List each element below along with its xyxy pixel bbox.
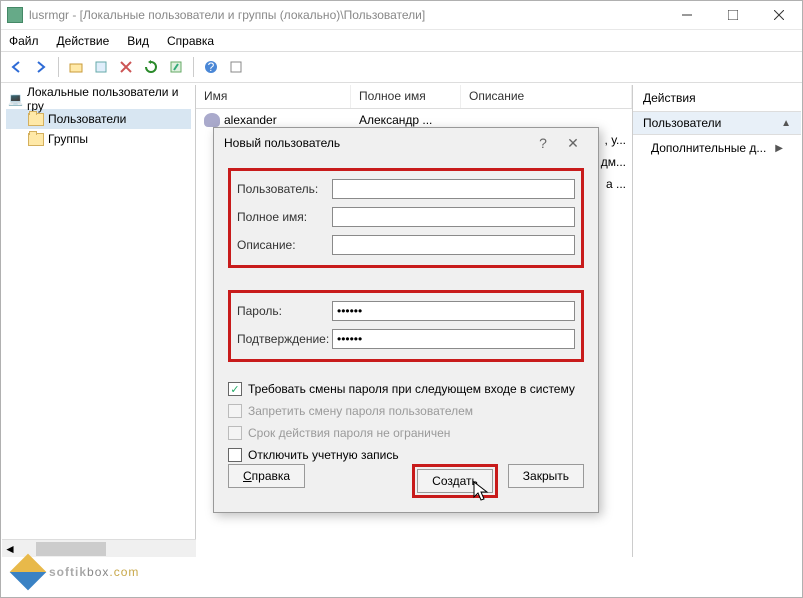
collapse-icon: ▲ xyxy=(781,118,791,129)
maximize-button[interactable] xyxy=(710,1,756,29)
help-icon[interactable]: ? xyxy=(200,56,222,78)
refresh-icon[interactable] xyxy=(140,56,162,78)
col-fullname[interactable]: Полное имя xyxy=(351,85,461,108)
tree-pane: 💻 Локальные пользователи и гру Пользоват… xyxy=(2,85,196,557)
watermark-c: .com xyxy=(109,565,139,579)
row-peek: дм... xyxy=(601,155,626,169)
toolbar: ? xyxy=(1,51,802,83)
label-user: Пользователь: xyxy=(237,182,332,196)
close-button[interactable]: Закрыть xyxy=(508,464,584,488)
tree-root[interactable]: 💻 Локальные пользователи и гру xyxy=(6,89,191,109)
highlight-password-group: Пароль: Подтверждение: xyxy=(228,290,584,362)
svg-text:?: ? xyxy=(208,60,215,74)
checkbox-icon xyxy=(228,404,242,418)
dialog-close-button[interactable]: ✕ xyxy=(558,135,588,152)
delete-icon[interactable] xyxy=(115,56,137,78)
checkbox-label: Отключить учетную запись xyxy=(248,448,399,462)
label-password: Пароль: xyxy=(237,304,332,318)
user-field[interactable] xyxy=(332,179,575,199)
cell-name: alexander xyxy=(224,113,277,127)
actions-more[interactable]: Дополнительные д... ▶ xyxy=(633,135,801,161)
label-fullname: Полное имя: xyxy=(237,210,332,224)
row-peek: , у... xyxy=(605,133,626,147)
dialog-title: Новый пользователь xyxy=(224,136,340,150)
window-titlebar: lusrmgr - [Локальные пользователи и груп… xyxy=(1,1,802,29)
highlight-identity-group: Пользователь: Полное имя: Описание: xyxy=(228,168,584,268)
actions-band-label: Пользователи xyxy=(643,116,721,130)
menu-action[interactable]: Действие xyxy=(57,34,110,48)
password-field[interactable] xyxy=(332,301,575,321)
checkbox-nochange: Запретить смену пароля пользователем xyxy=(228,400,584,422)
app-icon xyxy=(7,7,23,23)
chevron-right-icon: ▶ xyxy=(775,143,783,154)
col-name[interactable]: Имя xyxy=(196,85,351,108)
checkbox-label: Требовать смены пароля при следующем вхо… xyxy=(248,382,575,396)
row-peek: а ... xyxy=(606,177,626,191)
user-icon xyxy=(204,113,220,127)
checkbox-mustchange[interactable]: ✓ Требовать смены пароля при следующем в… xyxy=(228,378,584,400)
checkbox-icon: ✓ xyxy=(228,382,242,396)
back-icon[interactable] xyxy=(5,56,27,78)
actions-pane: Действия Пользователи ▲ Дополнительные д… xyxy=(633,85,801,557)
new-user-dialog: Новый пользователь ? ✕ Пользователь: Пол… xyxy=(213,127,599,513)
cell-desc xyxy=(461,118,632,122)
actions-more-label: Дополнительные д... xyxy=(651,141,766,155)
menu-file[interactable]: Файл xyxy=(9,34,39,48)
create-button[interactable]: Создать xyxy=(417,469,493,493)
minimize-button[interactable] xyxy=(664,1,710,29)
help-button[interactable]: Справка xyxy=(228,464,305,488)
actions-header: Действия xyxy=(633,85,801,112)
watermark-logo xyxy=(10,554,47,591)
desc-field[interactable] xyxy=(332,235,575,255)
window-title: lusrmgr - [Локальные пользователи и груп… xyxy=(29,8,425,22)
confirm-field[interactable] xyxy=(332,329,575,349)
scrollbar-thumb[interactable] xyxy=(36,542,106,556)
checkbox-noexpire: Срок действия пароля не ограничен xyxy=(228,422,584,444)
dialog-help-button[interactable]: ? xyxy=(528,135,558,151)
menu-view[interactable]: Вид xyxy=(127,34,149,48)
export-icon[interactable] xyxy=(165,56,187,78)
tree-root-label: Локальные пользователи и гру xyxy=(27,85,191,113)
menubar: Файл Действие Вид Справка xyxy=(1,29,802,51)
watermark-b: box xyxy=(87,565,109,579)
tree-users-label: Пользователи xyxy=(48,112,126,126)
checkbox-label: Срок действия пароля не ограничен xyxy=(248,426,450,440)
checkbox-disable-account[interactable]: Отключить учетную запись xyxy=(228,444,584,466)
folder-icon xyxy=(28,133,44,146)
computer-icon: 💻 xyxy=(8,92,23,106)
folder-icon xyxy=(28,113,44,126)
info-icon[interactable] xyxy=(225,56,247,78)
label-confirm: Подтверждение: xyxy=(237,332,332,346)
checkbox-label: Запретить смену пароля пользователем xyxy=(248,404,473,418)
menu-help[interactable]: Справка xyxy=(167,34,214,48)
col-desc[interactable]: Описание xyxy=(461,85,632,108)
tree-groups[interactable]: Группы xyxy=(6,129,191,149)
checkbox-icon xyxy=(228,426,242,440)
properties-icon[interactable] xyxy=(90,56,112,78)
fullname-field[interactable] xyxy=(332,207,575,227)
forward-icon[interactable] xyxy=(30,56,52,78)
watermark-a: softik xyxy=(49,565,87,579)
new-folder-icon[interactable] xyxy=(65,56,87,78)
close-button[interactable] xyxy=(756,1,802,29)
column-headers: Имя Полное имя Описание xyxy=(196,85,632,109)
actions-band[interactable]: Пользователи ▲ xyxy=(633,112,801,135)
highlight-create: Создать xyxy=(412,464,498,498)
dialog-titlebar: Новый пользователь ? ✕ xyxy=(214,128,598,158)
tree-groups-label: Группы xyxy=(48,132,88,146)
label-desc: Описание: xyxy=(237,238,332,252)
watermark: softikbox.com xyxy=(15,559,139,585)
horizontal-scrollbar[interactable]: ◄ xyxy=(2,539,196,557)
checkbox-icon xyxy=(228,448,242,462)
